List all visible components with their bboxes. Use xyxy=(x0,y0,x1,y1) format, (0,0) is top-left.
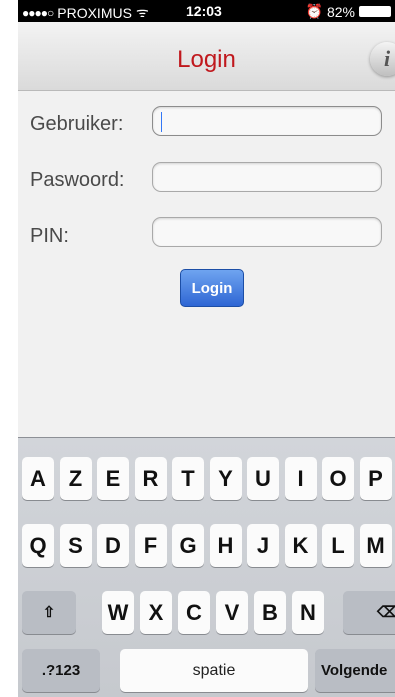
pin-input[interactable] xyxy=(152,217,382,247)
alarm-icon: ⏰ xyxy=(305,3,323,19)
navigation-bar: Login i xyxy=(18,22,395,91)
carrier-name: PROXIMUS xyxy=(57,4,132,21)
key-z[interactable]: Z xyxy=(59,457,92,500)
key-p[interactable]: P xyxy=(359,457,392,500)
key-x[interactable]: X xyxy=(140,591,172,634)
space-key[interactable]: spatie xyxy=(120,649,308,692)
key-y[interactable]: Y xyxy=(209,457,242,500)
key-m[interactable]: M xyxy=(359,524,392,567)
key-r[interactable]: R xyxy=(134,457,167,500)
key-g[interactable]: G xyxy=(172,524,204,567)
key-h[interactable]: H xyxy=(209,524,242,567)
user-input[interactable] xyxy=(152,106,382,136)
password-input[interactable] xyxy=(152,162,382,192)
key-b[interactable]: B xyxy=(254,591,286,634)
wifi-icon: ᯤ xyxy=(135,4,149,20)
signal-strength-icon: ●●●●○ xyxy=(22,5,54,20)
status-bar: ●●●●○ PROXIMUS ᯤ 12:03 ⏰ 82% xyxy=(18,0,395,22)
key-w[interactable]: W xyxy=(102,591,134,634)
shift-key[interactable]: ⇧ xyxy=(22,591,76,634)
key-e[interactable]: E xyxy=(97,457,129,500)
battery-percentage: 82% xyxy=(326,3,355,20)
login-form: Gebruiker: Paswoord: PIN: Login xyxy=(18,91,395,437)
key-u[interactable]: U xyxy=(247,457,279,500)
user-label: Gebruiker: xyxy=(30,113,124,135)
pin-label: PIN: xyxy=(30,225,69,247)
keyboard: AZERTYUIOP QSDFGHJKLM WXCVBN ⇧ ⌫ .?123 s… xyxy=(18,437,395,697)
key-k[interactable]: K xyxy=(284,524,317,567)
key-n[interactable]: N xyxy=(292,591,324,634)
clock: 12:03 xyxy=(186,3,222,19)
key-i[interactable]: I xyxy=(284,457,317,500)
key-f[interactable]: F xyxy=(134,524,167,567)
login-button[interactable]: Login xyxy=(180,269,244,307)
key-c[interactable]: C xyxy=(178,591,210,634)
app-screen: ●●●●○ PROXIMUS ᯤ 12:03 ⏰ 82% Login i Geb… xyxy=(18,0,395,697)
password-label: Paswoord: xyxy=(30,169,125,191)
key-a[interactable]: A xyxy=(22,457,54,500)
key-j[interactable]: J xyxy=(247,524,279,567)
key-d[interactable]: D xyxy=(97,524,129,567)
numbers-key[interactable]: .?123 xyxy=(22,649,100,692)
key-t[interactable]: T xyxy=(172,457,204,500)
next-key[interactable]: Volgende xyxy=(315,649,395,692)
key-o[interactable]: O xyxy=(322,457,354,500)
key-q[interactable]: Q xyxy=(22,524,54,567)
backspace-key[interactable]: ⌫ xyxy=(343,591,395,634)
battery-icon xyxy=(359,6,391,17)
key-l[interactable]: L xyxy=(322,524,354,567)
page-title: Login xyxy=(177,46,236,73)
key-s[interactable]: S xyxy=(59,524,92,567)
key-v[interactable]: V xyxy=(216,591,248,634)
